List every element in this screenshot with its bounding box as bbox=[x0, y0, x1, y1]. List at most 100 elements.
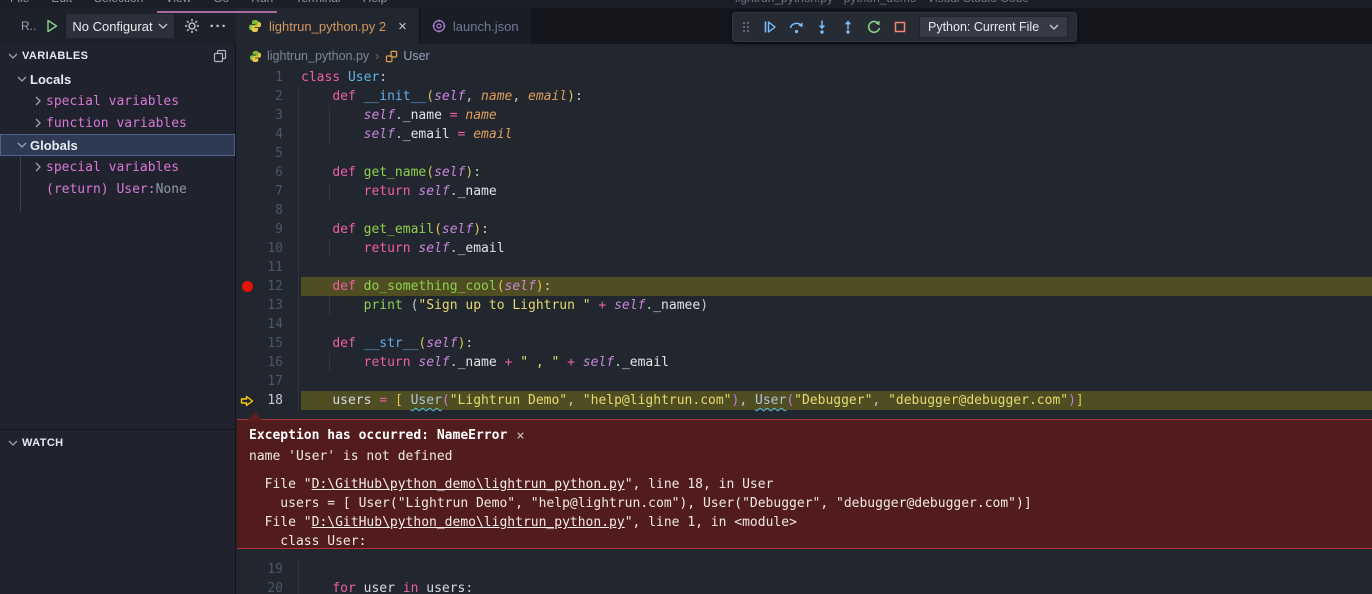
line-content[interactable]: return self._name bbox=[301, 182, 1372, 201]
breakpoint-gutter[interactable] bbox=[237, 87, 257, 106]
code-line[interactable]: 18 users = [ User("Lightrun Demo", "help… bbox=[237, 391, 1372, 410]
breakpoint-gutter[interactable] bbox=[237, 182, 257, 201]
code-line[interactable]: 8 bbox=[237, 201, 1372, 220]
debug-settings-button[interactable] bbox=[184, 18, 200, 34]
line-content[interactable]: def get_email(self): bbox=[301, 220, 1372, 239]
code-line[interactable]: 5 bbox=[237, 144, 1372, 163]
breakpoint-gutter[interactable] bbox=[237, 201, 257, 220]
code-line[interactable]: 4 self._email = email bbox=[237, 125, 1372, 144]
breakpoint-gutter[interactable] bbox=[237, 68, 257, 87]
breakpoint-gutter[interactable] bbox=[237, 560, 257, 579]
breakpoint-gutter[interactable] bbox=[237, 391, 257, 410]
line-content[interactable]: return self._email bbox=[301, 239, 1372, 258]
stop-button[interactable] bbox=[887, 14, 913, 40]
menu-item-file[interactable]: File bbox=[10, 0, 29, 5]
chevron-down-icon[interactable] bbox=[14, 75, 30, 83]
watch-panel-header[interactable]: WATCH bbox=[0, 431, 235, 455]
code-line[interactable]: 20 for user in users: bbox=[237, 579, 1372, 594]
breakpoint-gutter[interactable] bbox=[237, 106, 257, 125]
menu-item-run[interactable]: Run bbox=[251, 0, 273, 5]
code-line[interactable]: 9 def get_email(self): bbox=[237, 220, 1372, 239]
variables-item-return-user[interactable]: (return) User: None bbox=[0, 178, 235, 200]
line-content[interactable]: print ("Sign up to Lightrun " + self._na… bbox=[301, 296, 1372, 315]
variables-item-special-variables[interactable]: special variables bbox=[0, 90, 235, 112]
breadcrumb-symbol[interactable]: User bbox=[385, 49, 429, 63]
variables-item-special-variables[interactable]: special variables bbox=[0, 156, 235, 178]
line-content[interactable]: def do_something_cool(self): bbox=[301, 277, 1372, 296]
step-over-button[interactable] bbox=[783, 14, 809, 40]
code-line[interactable]: 7 return self._name bbox=[237, 182, 1372, 201]
variables-item-locals[interactable]: Locals bbox=[0, 68, 235, 90]
close-icon[interactable]: × bbox=[398, 19, 407, 34]
more-actions-button[interactable]: ··· bbox=[210, 18, 228, 35]
code-line[interactable]: 16 return self._name + " , " + self._ema… bbox=[237, 353, 1372, 372]
menu-item-go[interactable]: Go bbox=[213, 0, 229, 5]
breakpoint-gutter[interactable] bbox=[237, 579, 257, 594]
breakpoint-gutter[interactable] bbox=[237, 372, 257, 391]
copy-value-icon[interactable] bbox=[213, 49, 227, 63]
variables-item-function-variables[interactable]: function variables bbox=[0, 112, 235, 134]
panel-divider[interactable] bbox=[0, 429, 235, 430]
variables-panel-header[interactable]: VARIABLES bbox=[0, 44, 235, 68]
menu-item-edit[interactable]: Edit bbox=[51, 0, 72, 5]
breakpoint-gutter[interactable] bbox=[237, 220, 257, 239]
toolbar-drag-handle[interactable] bbox=[741, 19, 751, 35]
chevron-right-icon[interactable] bbox=[30, 118, 46, 128]
breakpoint-gutter[interactable] bbox=[237, 258, 257, 277]
restart-button[interactable] bbox=[861, 14, 887, 40]
chevron-right-icon[interactable] bbox=[30, 162, 46, 172]
close-icon[interactable]: × bbox=[516, 429, 524, 443]
traceback-file-link[interactable]: D:\GitHub\python_demo\lightrun_python.py bbox=[312, 515, 625, 530]
breakpoint-gutter[interactable] bbox=[237, 144, 257, 163]
code-line[interactable]: 19 bbox=[237, 560, 1372, 579]
variables-item-globals[interactable]: Globals bbox=[0, 134, 235, 156]
menu-item-terminal[interactable]: Terminal bbox=[295, 0, 340, 5]
code-line[interactable]: 1class User: bbox=[237, 68, 1372, 87]
line-content[interactable]: for user in users: bbox=[301, 579, 1372, 594]
line-content[interactable]: self._name = name bbox=[301, 106, 1372, 125]
line-content[interactable] bbox=[301, 201, 1372, 220]
breakpoint-gutter[interactable] bbox=[237, 296, 257, 315]
code-line[interactable]: 12 def do_something_cool(self): bbox=[237, 277, 1372, 296]
breakpoint-gutter[interactable] bbox=[237, 315, 257, 334]
line-content[interactable]: users = [ User("Lightrun Demo", "help@li… bbox=[301, 391, 1372, 410]
tab-lightrun-python[interactable]: lightrun_python.py 2 × bbox=[236, 8, 420, 44]
code-line[interactable]: 17 bbox=[237, 372, 1372, 391]
debug-session-picker[interactable]: Python: Current File bbox=[919, 16, 1068, 38]
line-content[interactable] bbox=[301, 372, 1372, 391]
code-line[interactable]: 10 return self._email bbox=[237, 239, 1372, 258]
menu-item-help[interactable]: Help bbox=[363, 0, 388, 5]
line-content[interactable] bbox=[301, 144, 1372, 163]
breadcrumb-file[interactable]: lightrun_python.py bbox=[249, 49, 369, 63]
line-content[interactable] bbox=[301, 258, 1372, 277]
line-content[interactable]: def __str__(self): bbox=[301, 334, 1372, 353]
line-content[interactable]: self._email = email bbox=[301, 125, 1372, 144]
code-line[interactable]: 6 def get_name(self): bbox=[237, 163, 1372, 182]
line-content[interactable]: class User: bbox=[301, 68, 1372, 87]
continue-button[interactable] bbox=[757, 14, 783, 40]
code-line[interactable]: 11 bbox=[237, 258, 1372, 277]
step-out-button[interactable] bbox=[835, 14, 861, 40]
chevron-right-icon[interactable] bbox=[30, 96, 46, 106]
breakpoint-icon[interactable] bbox=[242, 281, 253, 292]
code-line[interactable]: 2 def __init__(self, name, email): bbox=[237, 87, 1372, 106]
line-content[interactable] bbox=[301, 315, 1372, 334]
code-line[interactable]: 13 print ("Sign up to Lightrun " + self.… bbox=[237, 296, 1372, 315]
line-content[interactable]: def get_name(self): bbox=[301, 163, 1372, 182]
step-into-button[interactable] bbox=[809, 14, 835, 40]
breakpoint-gutter[interactable] bbox=[237, 353, 257, 372]
code-line[interactable]: 14 bbox=[237, 315, 1372, 334]
breakpoint-gutter[interactable] bbox=[237, 334, 257, 353]
line-content[interactable]: return self._name + " , " + self._email bbox=[301, 353, 1372, 372]
breakpoint-gutter[interactable] bbox=[237, 163, 257, 182]
tab-launch-json[interactable]: launch.json bbox=[420, 8, 532, 44]
traceback-file-link[interactable]: D:\GitHub\python_demo\lightrun_python.py bbox=[312, 477, 625, 492]
start-debug-button[interactable] bbox=[44, 18, 60, 34]
menu-item-view[interactable]: View bbox=[165, 0, 191, 5]
breakpoint-gutter[interactable] bbox=[237, 125, 257, 144]
menu-item-selection[interactable]: Selection bbox=[94, 0, 143, 5]
code-line[interactable]: 3 self._name = name bbox=[237, 106, 1372, 125]
line-content[interactable] bbox=[301, 560, 1372, 579]
chevron-down-icon[interactable] bbox=[14, 141, 30, 149]
line-content[interactable]: def __init__(self, name, email): bbox=[301, 87, 1372, 106]
